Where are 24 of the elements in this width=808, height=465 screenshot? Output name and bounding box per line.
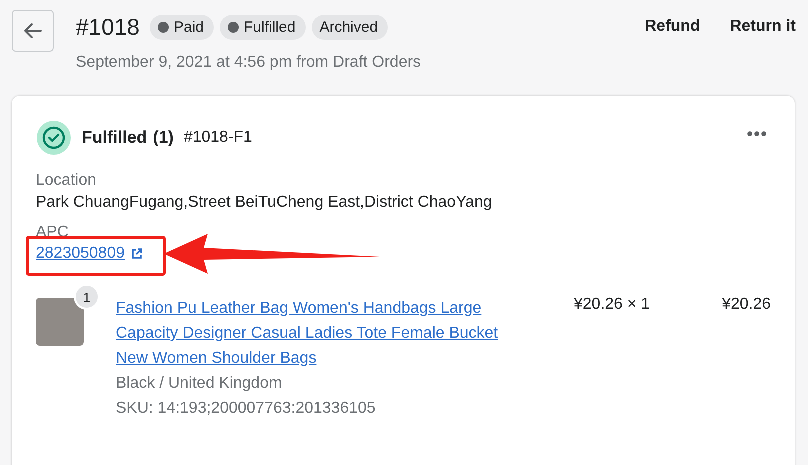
location-label: Location — [36, 172, 98, 190]
photo-placeholder — [36, 298, 84, 346]
line-total: ¥20.26 — [722, 296, 771, 315]
check-circle-icon — [36, 120, 72, 156]
product-link[interactable]: Fashion Pu Leather Bag Women's Handbags Large Capacity Designer Casual Ladies Tote Female Bucket New Women Shoulder Bags — [116, 296, 526, 371]
fulfillment-count: (1) — [153, 128, 174, 148]
unit-price: ¥20.26 × 1 — [574, 296, 652, 315]
location-address: Park ChuangFugang,Street BeiTuCheng East,District ChaoYang — [36, 194, 494, 212]
status-badge: Paid — [150, 14, 214, 40]
sku-text: SKU: 14:193;200007763:201336105 — [116, 399, 377, 419]
external-link-icon — [130, 248, 143, 260]
fulfillment-number: #1018-F1 — [184, 129, 252, 147]
action-button[interactable]: Return it — [718, 16, 808, 38]
back-arrow-icon — [24, 23, 42, 39]
back-button[interactable] — [12, 10, 54, 52]
order-date: September 9, 2021 at 4:56 pm from Draft Orders — [76, 54, 422, 72]
fulfillment-title: Fulfilled — [82, 128, 148, 148]
tracking-link[interactable]: 2823050809 — [36, 245, 143, 263]
action-button[interactable]: Refund — [633, 16, 712, 38]
status-badge: Fulfilled — [220, 14, 306, 40]
order-number: #1018 — [76, 14, 140, 40]
quantity-badge: 1 — [74, 284, 100, 310]
status-badge: Archived — [312, 14, 388, 40]
variant-text: Black / United Kingdom — [116, 374, 284, 394]
